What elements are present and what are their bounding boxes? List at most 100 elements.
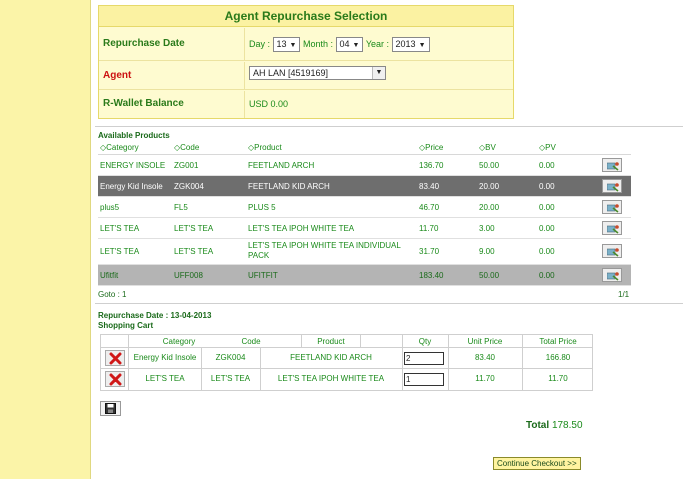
- add-to-cart-icon: [607, 162, 619, 171]
- year-value: 2013: [395, 39, 416, 49]
- wallet-label: R-Wallet Balance: [103, 98, 184, 109]
- cart-product: LET'S TEA IPOH WHITE TEA: [277, 374, 385, 383]
- header-category[interactable]: ◇Category: [100, 143, 139, 152]
- product-row[interactable]: Ufitfit UFF008 UFITFIT 183.40 50.00 0.00: [98, 265, 631, 286]
- cart-unit-price: 83.40: [474, 353, 496, 362]
- product-name: LET'S TEA IPOH WHITE TEA: [248, 224, 355, 233]
- add-to-cart-button[interactable]: [602, 179, 622, 193]
- chevron-down-icon: ▼: [289, 42, 297, 49]
- product-code: UFF008: [174, 271, 203, 280]
- cart-unit-price: 11.70: [475, 374, 495, 383]
- product-row[interactable]: plus5 FL5 PLUS 5 46.70 20.00 0.00: [98, 197, 631, 218]
- header-price[interactable]: ◇Price: [419, 143, 443, 152]
- add-to-cart-button[interactable]: [602, 221, 622, 235]
- month-label: Month :: [303, 38, 334, 49]
- product-row[interactable]: ENERGY INSOLE ZG001 FEETLAND ARCH 136.70…: [98, 155, 631, 176]
- header-pv[interactable]: ◇PV: [539, 143, 556, 152]
- divider: [95, 303, 683, 304]
- repurchase-date-row: Repurchase Date Day : 13 ▼ Month : 04 ▼ Ye…: [99, 28, 513, 61]
- cart-date-line: Repurchase Date : 13-04-2013: [98, 311, 212, 320]
- product-category: LET'S TEA: [100, 224, 140, 233]
- quantity-input[interactable]: [404, 373, 444, 386]
- product-code: FL5: [174, 203, 188, 212]
- add-to-cart-button[interactable]: [602, 244, 622, 258]
- product-pv: 0.00: [539, 182, 555, 191]
- add-to-cart-icon: [607, 183, 619, 192]
- page-indicator: 1/1: [618, 290, 630, 299]
- month-select[interactable]: 04 ▼: [335, 37, 364, 52]
- selection-title: Agent Repurchase Selection: [99, 6, 513, 27]
- add-to-cart-icon: [607, 272, 619, 281]
- add-to-cart-button[interactable]: [602, 158, 622, 172]
- product-pv: 0.00: [539, 224, 555, 233]
- chevron-down-icon: ▼: [418, 42, 426, 49]
- product-row[interactable]: LET'S TEA LET'S TEA LET'S TEA IPOH WHITE…: [98, 218, 631, 239]
- product-code: ZG001: [174, 161, 199, 170]
- day-select[interactable]: 13 ▼: [272, 37, 301, 52]
- product-bv: 3.00: [479, 224, 495, 233]
- cart-header-qty: Qty: [418, 337, 432, 346]
- shopping-cart-table: Category Code Product Qty Unit Price Tot…: [100, 334, 593, 391]
- product-pv: 0.00: [539, 271, 555, 280]
- add-to-cart-button[interactable]: [602, 268, 622, 282]
- repurchase-date-label: Repurchase Date: [103, 38, 185, 49]
- total-value: 178.50: [551, 420, 583, 431]
- product-price: 46.70: [419, 203, 440, 212]
- product-name: FEETLAND KID ARCH: [248, 182, 330, 191]
- product-pv: 0.00: [539, 203, 555, 212]
- day-label: Day :: [249, 38, 271, 49]
- product-name: LET'S TEA IPOH WHITE TEA INDIVIDUAL PACK: [248, 241, 401, 260]
- product-row[interactable]: Energy Kid Insole ZGK004 FEETLAND KID AR…: [98, 176, 631, 197]
- product-category: ENERGY INSOLE: [100, 161, 166, 170]
- year-select[interactable]: 2013 ▼: [391, 37, 430, 52]
- cart-header-total-price: Total Price: [539, 337, 577, 346]
- product-price: 136.70: [419, 161, 444, 170]
- cart-header: Category Code Product Qty Unit Price Tot…: [101, 335, 592, 348]
- product-code: LET'S TEA: [174, 247, 214, 256]
- goto-page[interactable]: Goto : 1: [98, 290, 126, 299]
- quantity-input[interactable]: [404, 352, 444, 365]
- cart-total-price: 166.80: [545, 353, 571, 362]
- chevron-down-icon: ▼: [372, 67, 385, 79]
- product-bv: 9.00: [479, 247, 495, 256]
- delete-x-icon: [109, 373, 122, 386]
- product-name: PLUS 5: [248, 203, 276, 212]
- chevron-down-icon: ▼: [352, 42, 360, 49]
- selection-panel: Agent Repurchase Selection Repurchase Da…: [98, 5, 514, 119]
- wallet-row: R-Wallet Balance USD 0.00: [99, 91, 513, 118]
- product-category: Ufitfit: [100, 271, 119, 280]
- day-value: 13: [276, 39, 287, 49]
- divider: [95, 126, 683, 127]
- products-header: ◇Category ◇Code ◇Product ◇Price ◇BV ◇PV: [98, 141, 631, 155]
- shopping-cart-title: Shopping Cart: [98, 321, 154, 330]
- product-bv: 50.00: [479, 271, 500, 280]
- agent-row: Agent AH LAN [4519169] ▼: [99, 62, 513, 90]
- agent-label: Agent: [103, 70, 132, 81]
- delete-item-button[interactable]: [105, 371, 125, 387]
- continue-checkout-button[interactable]: Continue Checkout >>: [493, 457, 581, 470]
- wallet-value: USD 0.00: [249, 99, 289, 109]
- left-sidebar-strip: [0, 0, 91, 479]
- header-code[interactable]: ◇Code: [174, 143, 199, 152]
- header-bv[interactable]: ◇BV: [479, 143, 496, 152]
- header-product[interactable]: ◇Product: [248, 143, 282, 152]
- product-row[interactable]: LET'S TEA LET'S TEA LET'S TEA IPOH WHITE…: [98, 239, 631, 265]
- product-price: 11.70: [419, 224, 439, 233]
- product-price: 83.40: [419, 182, 440, 191]
- cart-row: Energy Kid Insole ZGK004 FEETLAND KID AR…: [101, 348, 592, 369]
- year-label: Year :: [365, 38, 390, 49]
- save-cart-button[interactable]: [100, 401, 121, 416]
- cart-total-price: 11.70: [548, 374, 568, 383]
- cart-category: LET'S TEA: [145, 374, 185, 383]
- products-table: ◇Category ◇Code ◇Product ◇Price ◇BV ◇PV …: [98, 141, 631, 286]
- agent-select[interactable]: AH LAN [4519169] ▼: [249, 66, 386, 80]
- cart-category: Energy Kid Insole: [133, 353, 197, 362]
- product-price: 183.40: [419, 271, 444, 280]
- product-code: LET'S TEA: [174, 224, 214, 233]
- add-to-cart-button[interactable]: [602, 200, 622, 214]
- product-price: 31.70: [419, 247, 440, 256]
- product-bv: 50.00: [479, 161, 500, 170]
- available-products-title: Available Products: [98, 131, 170, 140]
- cart-header-product: Product: [317, 337, 345, 346]
- delete-item-button[interactable]: [105, 350, 125, 366]
